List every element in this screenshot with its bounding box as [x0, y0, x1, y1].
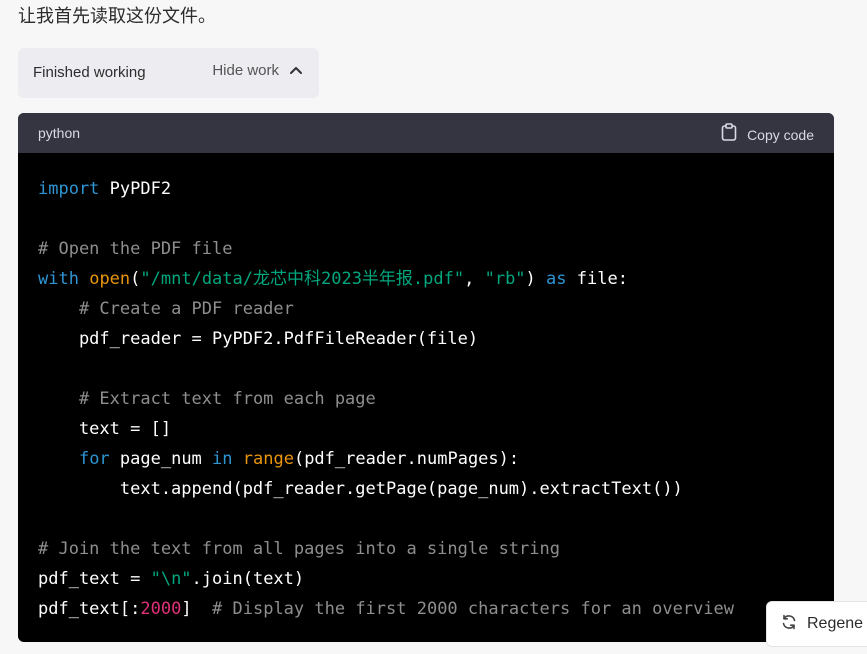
code-line: # Extract text from each page	[38, 384, 734, 414]
code-comment: # Open the PDF file	[38, 239, 233, 259]
regenerate-label: Regene	[807, 615, 864, 632]
copy-code-button[interactable]: Copy code	[721, 123, 814, 146]
code-line: # Join the text from all pages into a si…	[38, 534, 734, 564]
code-string: "rb"	[484, 269, 526, 289]
code-line: text = []	[38, 414, 734, 444]
code-content: import PyPDF2 # Open the PDF file with ope…	[38, 174, 734, 624]
code-line: import PyPDF2	[38, 174, 734, 204]
hide-work-button[interactable]: Hide work	[212, 62, 303, 79]
code-text: text.append(pdf_reader.getPage(page_num)…	[38, 479, 683, 499]
code-text: (	[130, 269, 141, 289]
regenerate-button[interactable]: Regene	[766, 601, 867, 647]
code-block-header: python Copy code	[18, 113, 834, 153]
code-text: text = []	[38, 419, 172, 439]
code-line: # Create a PDF reader	[38, 294, 734, 324]
code-text: pdf_text[:	[38, 599, 141, 619]
code-text: pdf_text =	[38, 569, 151, 589]
code-comment: # Extract text from each page	[78, 389, 376, 409]
assistant-message-text: 让我首先读取这份文件。	[18, 6, 216, 26]
code-keyword: in	[212, 449, 233, 469]
code-text: .join(text)	[191, 569, 305, 589]
code-line: for page_num in range(pdf_reader.numPage…	[38, 444, 734, 474]
code-number: 2000	[140, 599, 182, 619]
code-keyword: as	[546, 269, 567, 289]
hide-work-label: Hide work	[212, 62, 279, 79]
work-status-label: Finished working	[33, 64, 146, 81]
code-comment: # Create a PDF reader	[78, 299, 294, 319]
chevron-up-icon	[289, 64, 303, 78]
code-keyword: with	[38, 269, 79, 289]
code-text: )	[525, 269, 547, 289]
code-text: PyPDF2	[99, 179, 172, 199]
code-text: page_num	[109, 449, 213, 469]
code-builtin: range	[242, 449, 294, 469]
refresh-icon	[781, 614, 797, 635]
code-line: # Open the PDF file	[38, 234, 734, 264]
code-block: python Copy code import PyPDF2 # Open the…	[18, 113, 834, 642]
copy-code-label: Copy code	[747, 126, 814, 143]
clipboard-icon	[721, 123, 737, 146]
code-builtin: open	[89, 269, 131, 289]
code-comment: # Join the text from all pages into a si…	[38, 539, 560, 559]
code-text: ,	[464, 269, 485, 289]
code-text: ]	[181, 599, 213, 619]
code-text: file:	[566, 269, 628, 289]
code-line: with open("/mnt/data/龙芯中科2023半年报.pdf", "…	[38, 264, 734, 294]
code-string: "/mnt/data/龙芯中科2023半年报.pdf"	[140, 269, 465, 289]
code-line: pdf_text = "\n".join(text)	[38, 564, 734, 594]
code-line: pdf_reader = PyPDF2.PdfFileReader(file)	[38, 324, 734, 354]
code-keyword: for	[78, 449, 110, 469]
code-text: (pdf_reader.numPages):	[293, 449, 520, 469]
work-status-panel: Finished working Hide work	[18, 48, 319, 98]
code-line: text.append(pdf_reader.getPage(page_num)…	[38, 474, 734, 504]
code-line: pdf_text[:2000] # Display the first 2000…	[38, 594, 734, 624]
code-comment: # Display the first 2000 characters for …	[212, 599, 735, 619]
code-string: "\n"	[150, 569, 192, 589]
code-language-label: python	[38, 125, 81, 141]
code-text: pdf_reader = PyPDF2.PdfFileReader(file)	[38, 329, 479, 349]
code-keyword: import	[38, 179, 100, 199]
